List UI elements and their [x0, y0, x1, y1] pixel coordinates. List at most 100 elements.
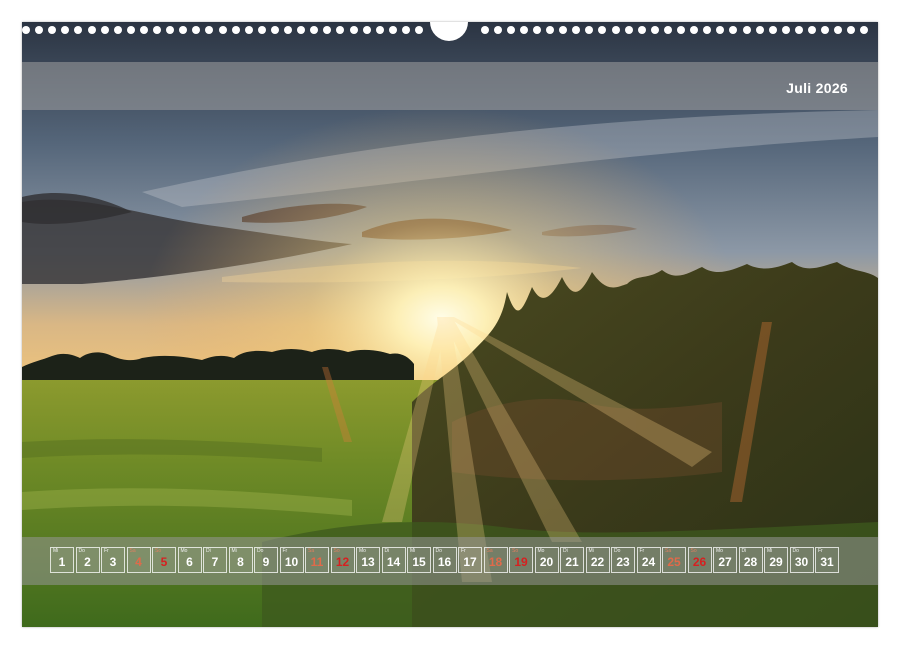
binding-hole — [506, 26, 515, 34]
day-number: 9 — [262, 555, 270, 569]
weekday-label: Fr — [639, 548, 645, 554]
day-number: 17 — [463, 555, 477, 569]
day-row: Mi 1 Do 2 Fr 3 Sa 4 So 5 Mo 6 Di 7 Mi 8 Do 9 Fr 10 Sa 11 So 12 M… — [50, 547, 841, 575]
binding-hole — [768, 26, 777, 34]
day-cell: So 5 — [152, 547, 176, 573]
day-cell: Mo 20 — [534, 547, 559, 573]
binding-hole — [87, 26, 96, 34]
day-number: 23 — [616, 555, 630, 569]
weekday-label: Mo — [716, 548, 723, 554]
binding-hole — [794, 26, 803, 34]
weekday-label: Fr — [282, 548, 288, 554]
day-cell: Di 14 — [381, 547, 406, 573]
binding-hole — [310, 26, 319, 34]
binding-hole — [415, 26, 423, 34]
binding-hole — [22, 26, 30, 34]
day-number: 4 — [135, 555, 142, 569]
day-number: 19 — [514, 555, 528, 569]
weekday-label: Mi — [53, 548, 59, 554]
binding-hole — [231, 26, 240, 34]
weekday-label: Fr — [818, 548, 823, 554]
binding-hole — [401, 26, 410, 34]
day-cell: Mi 8 — [228, 547, 253, 573]
day-number: 1 — [58, 555, 66, 569]
weekday-label: Mo — [537, 548, 545, 554]
binding-hole — [244, 26, 253, 34]
binding-hole — [493, 26, 502, 34]
day-cell: Mo 13 — [356, 547, 380, 573]
binding-hole — [716, 26, 725, 34]
day-cell: Di 28 — [738, 547, 763, 573]
month-title: Juli 2026 — [786, 80, 848, 96]
binding-hole — [113, 26, 122, 34]
weekday-label: Di — [384, 548, 390, 554]
binding-hole — [598, 26, 607, 34]
day-number: 8 — [237, 555, 244, 569]
day-cell: Do 23 — [611, 547, 635, 573]
day-cell: So 12 — [330, 547, 355, 573]
day-cell: Fr 31 — [815, 547, 839, 573]
weekday-label: Do — [257, 548, 264, 554]
weekday-label: Mi — [410, 548, 416, 554]
binding-hole — [821, 26, 830, 34]
binding-hole — [388, 26, 397, 34]
day-cell: Do 2 — [75, 547, 100, 573]
binding-hole — [834, 26, 843, 34]
day-cell: Mo 6 — [177, 547, 202, 573]
weekday-label: Do — [614, 548, 621, 554]
binding-hole — [860, 26, 869, 34]
binding-hole — [559, 26, 568, 34]
binding-hole — [572, 26, 581, 34]
binding-hole — [519, 26, 528, 34]
day-cell: So 19 — [509, 547, 533, 573]
weekday-label: So — [155, 548, 162, 554]
binding-hole — [362, 26, 371, 34]
day-cell: Do 30 — [789, 547, 814, 573]
weekday-label: So — [512, 548, 519, 554]
day-number: 12 — [335, 555, 350, 569]
weekday-label: Do — [792, 548, 799, 554]
binding-hole — [677, 26, 685, 34]
day-cell: Fr 17 — [458, 547, 482, 573]
binding-hole — [703, 26, 712, 34]
day-number: 31 — [820, 555, 834, 569]
day-cell: Mi 22 — [585, 547, 610, 573]
weekday-label: Sa — [486, 548, 493, 554]
weekday-label: Sa — [665, 548, 672, 554]
binding-hole — [270, 26, 279, 34]
binding-hole — [323, 26, 332, 34]
day-cell: Do 16 — [432, 547, 457, 573]
weekday-label: Mi — [767, 548, 773, 554]
weekday-label: Do — [435, 548, 442, 554]
day-number: 16 — [437, 555, 452, 569]
binding-hole — [480, 26, 489, 34]
day-cell: Mi 29 — [764, 547, 788, 573]
day-cell: Sa 4 — [126, 547, 151, 573]
binding-hole — [611, 26, 620, 34]
binding-hole — [532, 26, 541, 34]
binding-hole — [375, 26, 384, 34]
day-cell: Mi 15 — [407, 547, 431, 573]
binding-hole — [218, 26, 227, 34]
binding-hole — [166, 26, 175, 34]
day-number: 20 — [539, 555, 554, 569]
calendar-page: Juli 2026 Mi 1 Do 2 Fr 3 Sa 4 So 5 Mo 6 Di 7 Mi 8 Do 9 Fr 1… — [22, 22, 878, 627]
day-cell: Sa 18 — [483, 547, 508, 573]
day-number: 14 — [386, 555, 401, 569]
binding-hole — [650, 26, 659, 34]
binding-hole — [284, 26, 292, 34]
binding-hole — [847, 26, 856, 34]
day-cell: So 26 — [687, 547, 712, 573]
binding-hole — [755, 26, 764, 34]
day-number: 11 — [310, 555, 324, 569]
binding-hole — [742, 26, 751, 34]
weekday-label: Fr — [104, 548, 109, 554]
day-number: 30 — [794, 555, 809, 569]
binding-hole — [139, 26, 148, 34]
weekday-label: Mo — [180, 548, 188, 554]
weekday-label: Do — [78, 548, 85, 554]
binding-hole — [808, 26, 816, 34]
day-number: 15 — [412, 555, 426, 569]
day-number: 22 — [590, 555, 605, 569]
weekday-label: Mo — [359, 548, 366, 554]
